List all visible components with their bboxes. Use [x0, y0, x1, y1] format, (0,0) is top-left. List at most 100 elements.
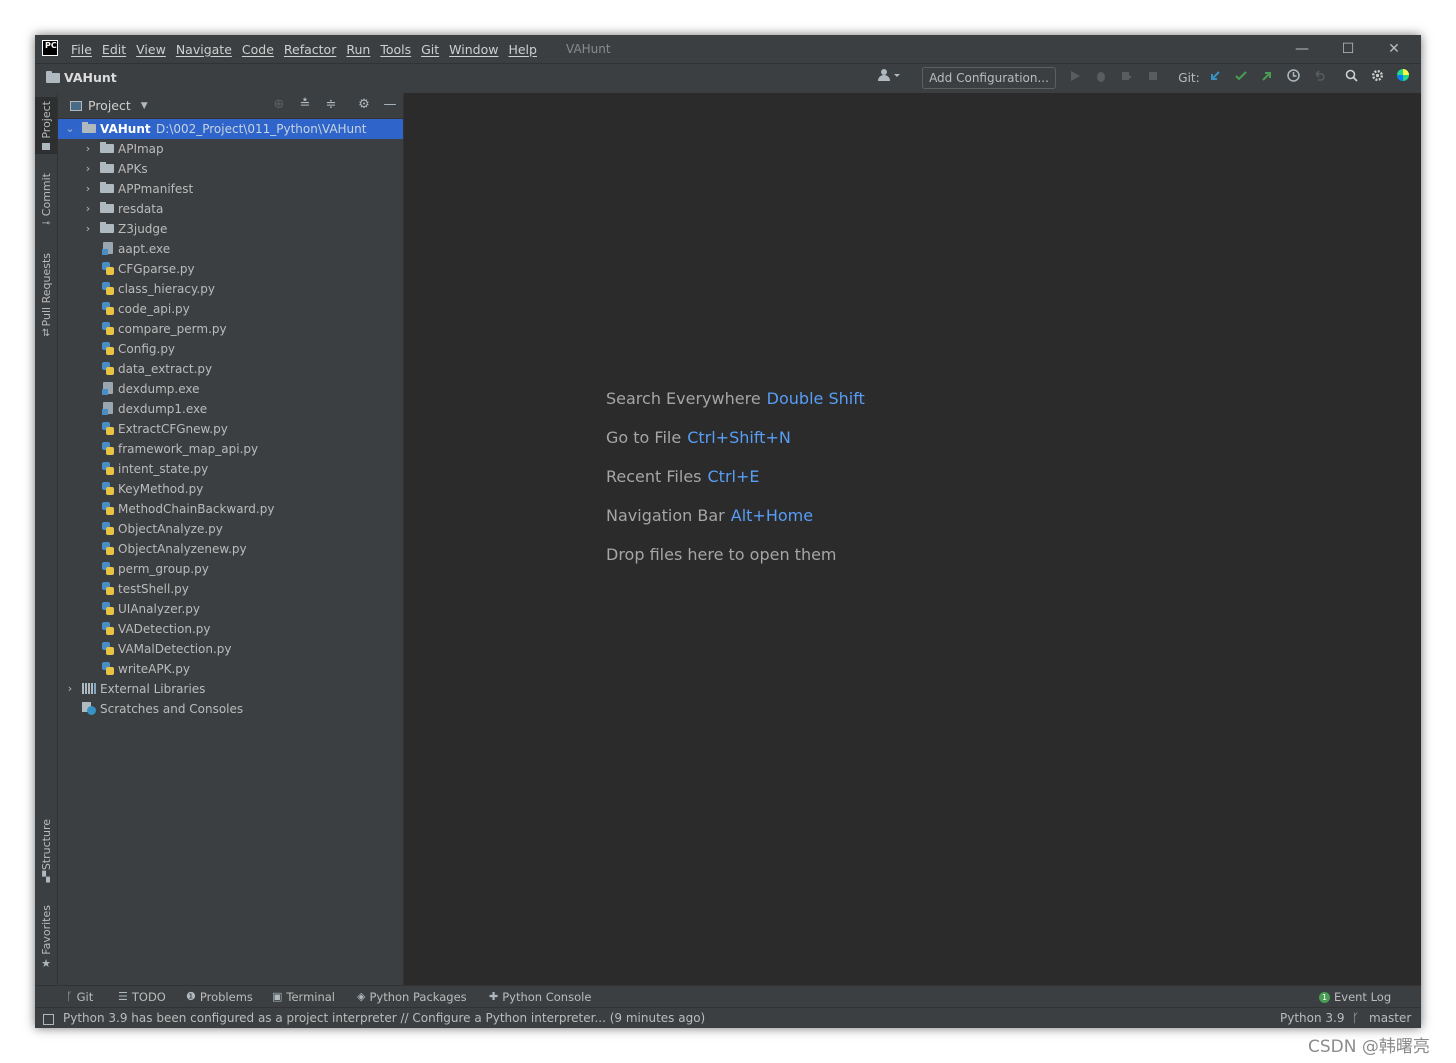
tab-event-log[interactable]: 1 Event Log [1319, 989, 1391, 1005]
tree-file-row[interactable]: KeyMethod.py [58, 479, 403, 499]
tree-file-row[interactable]: compare_perm.py [58, 319, 403, 339]
tab-todo[interactable]: ☰ TODO [118, 989, 166, 1005]
python-file-icon [102, 502, 114, 515]
tab-commit[interactable]: Commit ⊸ [35, 173, 57, 229]
gear-icon[interactable]: ⚙ [356, 97, 372, 113]
tree-file-row[interactable]: ObjectAnalyze.py [58, 519, 403, 539]
git-commit-icon[interactable] [1231, 68, 1251, 88]
select-opened-file-icon[interactable]: ⊕ [271, 97, 287, 113]
tree-file-row[interactable]: code_api.py [58, 299, 403, 319]
tree-file-row[interactable]: testShell.py [58, 579, 403, 599]
tab-git[interactable]: ᚴ Git [66, 989, 93, 1005]
breadcrumb[interactable]: VAHunt [46, 70, 117, 85]
tab-structure[interactable]: Structure ▚ [35, 819, 57, 883]
stop-icon[interactable] [1143, 68, 1163, 88]
tree-file-row[interactable]: class_hieracy.py [58, 279, 403, 299]
tree-folder-row[interactable]: › resdata [58, 199, 403, 219]
hide-panel-icon[interactable]: — [382, 97, 398, 113]
tree-file-row[interactable]: aapt.exe [58, 239, 403, 259]
project-view-selector[interactable]: Project ▼ [70, 98, 148, 113]
tree-root-row[interactable]: ⌄ VAHunt D:\002_Project\011_Python\VAHun… [58, 119, 403, 139]
scratches-icon [82, 702, 96, 715]
menu-tools[interactable]: Tools [380, 42, 411, 57]
tree-file-row[interactable]: UIAnalyzer.py [58, 599, 403, 619]
tab-terminal[interactable]: ▣ Terminal [272, 989, 335, 1005]
search-icon[interactable] [1341, 68, 1361, 88]
tree-file-row[interactable]: dexdump1.exe [58, 399, 403, 419]
hint-label: Drop files here to open them [606, 545, 837, 564]
status-message[interactable]: Python 3.9 has been configured as a proj… [63, 1011, 705, 1025]
tree-file-row[interactable]: Config.py [58, 339, 403, 359]
tree-file-row[interactable]: framework_map_api.py [58, 439, 403, 459]
branch-indicator[interactable]: master [1369, 1011, 1411, 1025]
tab-favorites[interactable]: Favorites ★ [35, 905, 57, 970]
history-icon[interactable] [1283, 68, 1303, 88]
tree-folder-row[interactable]: › Z3judge [58, 219, 403, 239]
git-update-icon[interactable] [1205, 68, 1225, 88]
tree-folder-row[interactable]: › APImap [58, 139, 403, 159]
menu-code[interactable]: Code [242, 42, 274, 57]
hint-label: Recent Files [606, 467, 702, 486]
menu-edit[interactable]: Edit [102, 42, 126, 57]
expand-all-icon[interactable]: ≛ [297, 97, 313, 113]
coverage-icon[interactable] [1117, 68, 1137, 88]
python-file-icon [102, 602, 114, 615]
tree-file-row[interactable]: intent_state.py [58, 459, 403, 479]
menu-help[interactable]: Help [508, 42, 537, 57]
chevron-right-icon[interactable]: › [82, 179, 94, 199]
watermark: CSDN @韩曙亮 [1308, 1037, 1430, 1057]
chevron-right-icon[interactable]: › [82, 159, 94, 179]
menu-view[interactable]: View [136, 42, 166, 57]
tab-pull-requests[interactable]: Pull Requests ⇅ [35, 253, 57, 339]
python-file-icon [102, 362, 114, 375]
menu-navigate[interactable]: Navigate [176, 42, 232, 57]
tree-file-row[interactable]: ObjectAnalyzenew.py [58, 539, 403, 559]
tree-file-row[interactable]: data_extract.py [58, 359, 403, 379]
tree-file-row[interactable]: perm_group.py [58, 559, 403, 579]
close-button[interactable]: ✕ [1371, 35, 1417, 63]
menu-git[interactable]: Git [421, 42, 439, 57]
menu-file[interactable]: File [71, 42, 92, 57]
folder-icon [46, 70, 60, 83]
tab-python-packages[interactable]: ◈ Python Packages [357, 989, 467, 1005]
tab-project[interactable]: Project [35, 97, 57, 154]
rollback-icon[interactable] [1309, 68, 1329, 88]
maximize-button[interactable]: ☐ [1325, 35, 1371, 63]
chevron-down-icon[interactable]: ⌄ [64, 119, 76, 139]
interpreter-indicator[interactable]: Python 3.9 [1280, 1011, 1345, 1025]
menu-refactor[interactable]: Refactor [284, 42, 336, 57]
tree-scratches-row[interactable]: Scratches and Consoles [58, 699, 403, 719]
git-push-icon[interactable] [1257, 68, 1277, 88]
editor-area[interactable]: Search Everywhere Double Shift Go to File… [404, 93, 1421, 985]
tree-file-row[interactable]: dexdump.exe [58, 379, 403, 399]
chevron-right-icon[interactable]: › [82, 199, 94, 219]
menu-window[interactable]: Window [449, 42, 498, 57]
run-icon[interactable] [1065, 68, 1085, 88]
menu-run[interactable]: Run [346, 42, 370, 57]
tab-pull-requests-label: Pull Requests [39, 253, 53, 327]
tree-folder-row[interactable]: › APPmanifest [58, 179, 403, 199]
tree-file-row[interactable]: VADetection.py [58, 619, 403, 639]
user-menu-icon[interactable] [875, 68, 905, 88]
tree-file-row[interactable]: CFGparse.py [58, 259, 403, 279]
tree-external-libraries-row[interactable]: › External Libraries [58, 679, 403, 699]
tab-problems-label: Problems [199, 990, 253, 1004]
add-configuration-button[interactable]: Add Configuration... [922, 67, 1056, 89]
python-file-icon [102, 462, 114, 475]
toggle-tool-windows-icon[interactable] [43, 1014, 54, 1025]
tab-problems[interactable]: ❶ Problems [186, 989, 253, 1005]
tree-folder-row[interactable]: › APKs [58, 159, 403, 179]
tree-file-row[interactable]: writeAPK.py [58, 659, 403, 679]
tree-file-row[interactable]: MethodChainBackward.py [58, 499, 403, 519]
settings-gear-icon[interactable] [1367, 68, 1387, 88]
tree-file-row[interactable]: ExtractCFGnew.py [58, 419, 403, 439]
tree-file-row[interactable]: VAMalDetection.py [58, 639, 403, 659]
debug-icon[interactable] [1091, 68, 1111, 88]
chevron-right-icon[interactable]: › [82, 219, 94, 239]
chevron-right-icon[interactable]: › [82, 139, 94, 159]
collapse-all-icon[interactable]: ≑ [323, 97, 339, 113]
jetbrains-toolbox-icon[interactable] [1393, 68, 1413, 88]
chevron-right-icon[interactable]: › [64, 679, 76, 699]
tab-python-console[interactable]: ✚ Python Console [489, 989, 591, 1005]
minimize-button[interactable]: — [1279, 35, 1325, 63]
